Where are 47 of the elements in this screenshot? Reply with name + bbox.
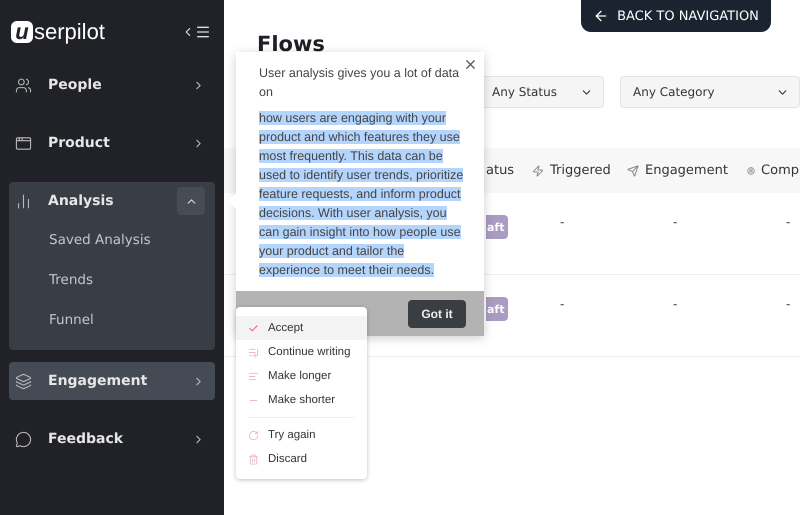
table-cell: - (673, 215, 678, 229)
column-header: Comp (761, 163, 799, 178)
speech-bubble-icon (15, 430, 32, 448)
menu-item[interactable]: Make shorter (236, 388, 367, 412)
list-icon (248, 346, 259, 358)
table-cell: - (560, 215, 564, 229)
lines-icon (248, 370, 259, 382)
target-icon (747, 164, 756, 176)
layers-icon (15, 372, 32, 390)
back-to-navigation-button[interactable]: BACK TO NAVIGATION (581, 0, 771, 32)
table-cell: - (673, 297, 678, 311)
column-header: atus (486, 163, 514, 178)
nav-item[interactable]: Engagement (9, 362, 215, 400)
nav-item[interactable]: Product (9, 124, 215, 162)
check-icon (248, 322, 259, 334)
got-it-button[interactable]: Got it (408, 300, 466, 328)
nav-item[interactable]: Analysis (9, 182, 215, 220)
people-icon (15, 76, 32, 94)
popover-text: how users are engaging with your product and which features they use most frequently. This data can be used to identify user trends, prioritize feature requests, and inform product decisions. With user analysis, you can gain insight into how people use your product and tailor the experience to meet their needs. (259, 110, 464, 279)
nav-item[interactable]: People (9, 66, 215, 104)
trash-icon (248, 454, 259, 464)
refresh-icon (248, 430, 259, 440)
menu-item[interactable]: Make longer (236, 364, 367, 388)
table-cell: - (786, 215, 790, 229)
browser-window-icon (15, 134, 32, 152)
table-cell: - (786, 297, 790, 311)
menu-item[interactable]: Accept (236, 316, 367, 340)
paper-plane-icon (627, 164, 639, 176)
status-tag: aft (486, 297, 508, 321)
column-header: Triggered (550, 163, 611, 178)
popover-text: User analysis gives you a lot of data on (259, 65, 460, 101)
bar-chart-icon (15, 192, 32, 210)
menu-item[interactable]: Try again (236, 423, 367, 447)
menu-item[interactable]: Continue writing (236, 340, 367, 364)
close-button[interactable] (463, 57, 478, 72)
table-cell: - (560, 297, 564, 311)
nav-subitem[interactable]: Funnel (9, 300, 215, 340)
menu-item[interactable]: Discard (236, 447, 367, 471)
menu-icon (195, 24, 211, 40)
status-tag: aft (486, 215, 508, 239)
nav-item[interactable]: Feedback (9, 420, 215, 458)
filter-dropdown[interactable]: Any Category (620, 76, 800, 108)
column-header: Engagement (645, 163, 728, 178)
lightning-icon (532, 164, 544, 176)
nav-subitem[interactable]: Trends (9, 260, 215, 300)
nav-subitem[interactable]: Saved Analysis (9, 220, 215, 260)
page-title: Flows (257, 32, 326, 56)
